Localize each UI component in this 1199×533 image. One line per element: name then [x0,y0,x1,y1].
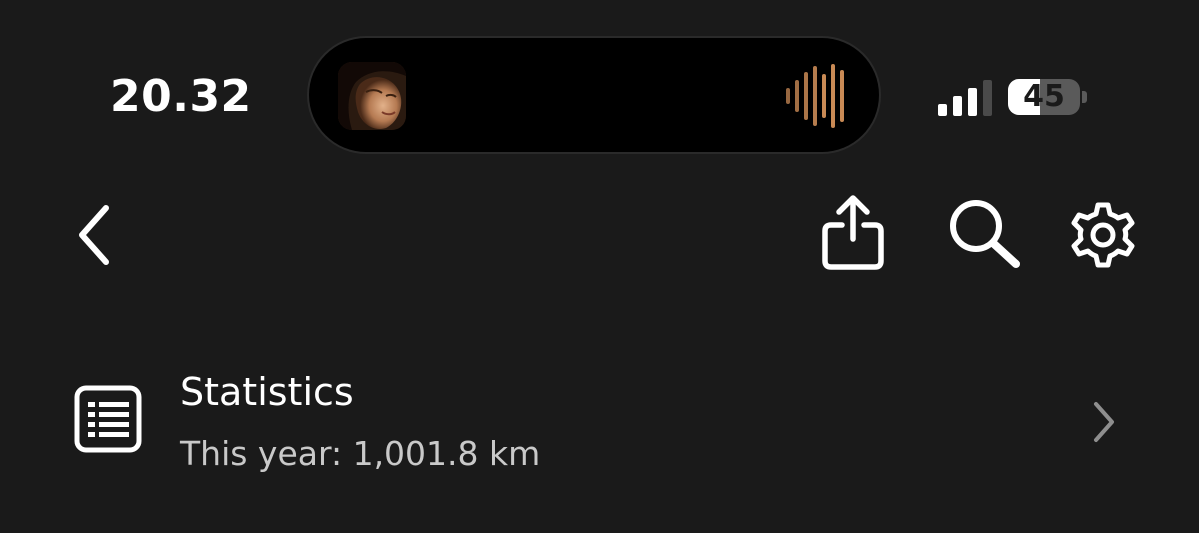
status-time: 20.32 [110,71,252,122]
cellular-signal-icon [938,80,992,116]
dynamic-island[interactable] [309,38,879,152]
battery-percentage: 45 [1023,79,1065,114]
search-icon [950,200,1020,268]
statistics-subtitle: This year: 1,001.8 km [180,434,541,473]
gear-icon [1071,202,1135,268]
list-document-icon [74,385,142,453]
chevron-left-icon [79,205,109,265]
chevron-right-icon [1094,402,1114,442]
share-icon [822,195,884,270]
share-button[interactable] [818,193,888,271]
battery-indicator: 45 [1008,79,1080,115]
statistics-title: Statistics [180,370,354,414]
battery-cap [1082,91,1087,103]
search-button[interactable] [946,196,1024,270]
audio-waveform-icon [786,64,844,128]
album-art-thumbnail [338,62,406,130]
back-button[interactable] [70,200,120,270]
statistics-row[interactable]: Statistics This year: 1,001.8 km [0,340,1199,500]
settings-button[interactable] [1066,198,1140,272]
